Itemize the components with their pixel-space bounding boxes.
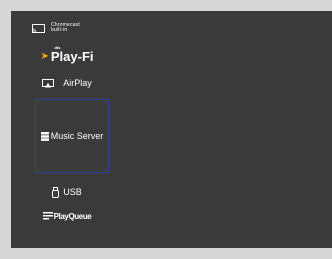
airplay-icon (42, 78, 55, 87)
device-frame: Chromecast built-in dts ➤ Play-Fi AirPla… (0, 0, 332, 259)
queue-icon (42, 212, 53, 220)
source-chromecast[interactable]: Chromecast built-in (22, 17, 112, 39)
usb-icon (52, 186, 60, 198)
server-icon (40, 131, 49, 141)
play-fi-label: Play-Fi (50, 49, 94, 64)
source-play-fi[interactable]: dts ➤ Play-Fi (22, 43, 112, 67)
play-queue-label: PlayQueue (53, 211, 92, 221)
source-usb[interactable]: USB (22, 182, 112, 202)
source-music-server[interactable]: Music Server (35, 99, 109, 173)
usb-label: USB (63, 187, 82, 197)
cast-icon (32, 23, 45, 33)
source-play-queue[interactable]: PlayQueue (22, 207, 112, 225)
play-fi-logo: dts ➤ Play-Fi (40, 46, 93, 64)
play-fi-arrow-icon: ➤ (40, 51, 49, 62)
chromecast-label: Chromecast built-in (51, 23, 80, 33)
music-server-label: Music Server (50, 131, 104, 141)
chromecast-line2: built-in (51, 27, 68, 33)
airplay-label: AirPlay (63, 78, 92, 88)
source-airplay[interactable]: AirPlay (22, 73, 112, 93)
source-list: Chromecast built-in dts ➤ Play-Fi AirPla… (22, 17, 112, 248)
